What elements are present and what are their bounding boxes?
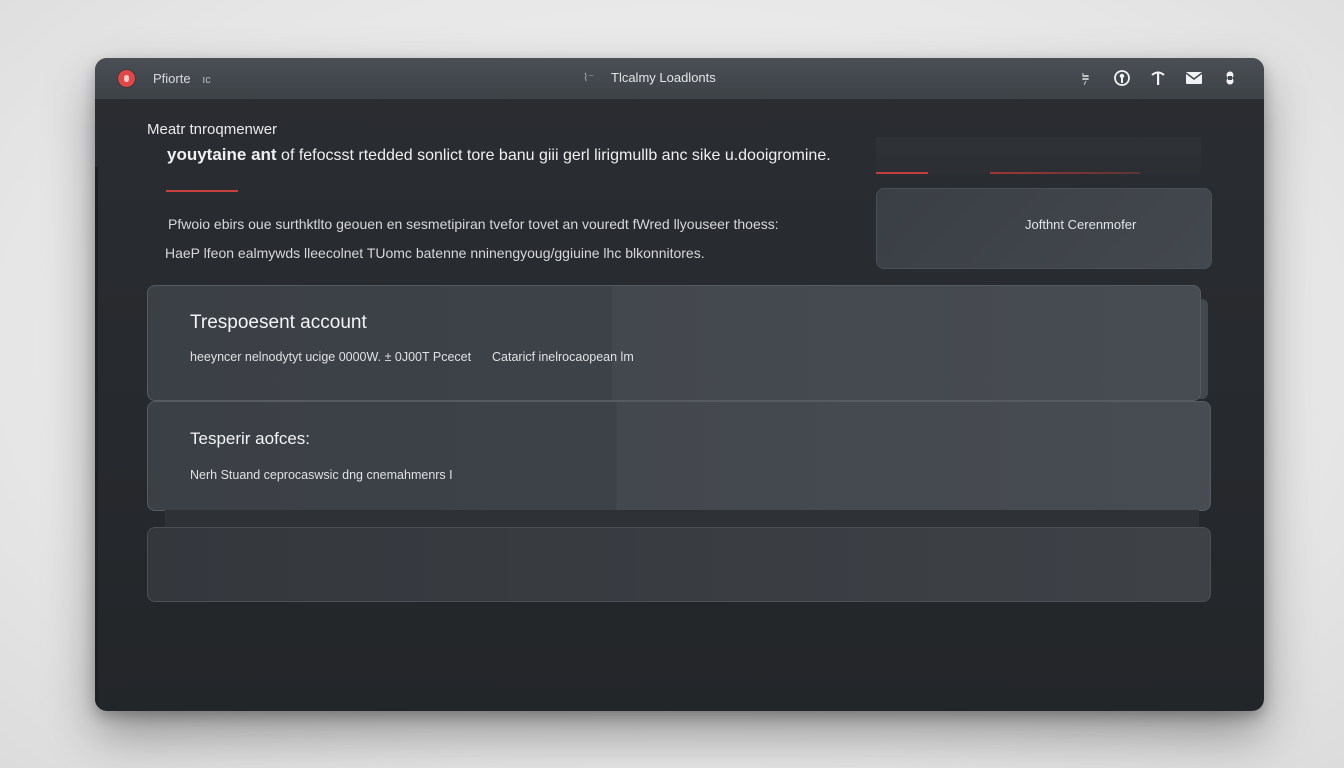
account-circle-icon[interactable] xyxy=(1112,68,1132,88)
description-line-1: Pfwoio ebirs oue surthktlto geouen en se… xyxy=(168,216,779,232)
main-content: Meatr tnroqmenwer youytaine ant of fefoc… xyxy=(95,99,1264,711)
mail-icon[interactable] xyxy=(1184,68,1204,88)
panel-detail: heeyncer nelnodytyt ucige 0000W. ± 0J00T… xyxy=(190,350,472,364)
description-line-2: HaeP lfeon ealmywds lleecolnet TUomc bat… xyxy=(165,245,705,261)
accent-underline xyxy=(166,190,238,192)
audio-wave-icon: ⌇⁻ xyxy=(583,71,595,84)
panel-title: Tesperir aofces: xyxy=(190,429,310,448)
notification-icon[interactable] xyxy=(1220,68,1240,88)
arrow-up-icon[interactable] xyxy=(1148,68,1168,88)
window-title-group: ⌇⁻ Tlcalmy Loadlonts xyxy=(583,70,716,85)
panel-detail-secondary: Cataricf inelrocaopean lm xyxy=(492,350,634,364)
app-logo-icon[interactable] xyxy=(118,70,135,87)
left-rail xyxy=(95,167,98,711)
access-panel[interactable]: Tesperir aofces: Nerh Stuand ceprocaswsi… xyxy=(147,401,1211,511)
app-name-suffix: ıc xyxy=(202,74,211,86)
progress-marker-1 xyxy=(876,172,928,174)
panel-shadow-strip xyxy=(165,510,1199,528)
side-progress-strip xyxy=(876,137,1201,174)
titlebar-actions xyxy=(1076,68,1240,88)
panel-title: Trespoesent account xyxy=(190,312,367,333)
headline-emphasis: youytaine ant xyxy=(167,145,277,164)
desktop-background: Pfiorte ıc ⌇⁻ Tlcalmy Loadlonts Meatr tn… xyxy=(0,0,1344,768)
progress-marker-2 xyxy=(990,172,1140,174)
side-card-label: Jofthnt Cerenmofer xyxy=(1025,217,1137,232)
app-name: Pfiorte ıc xyxy=(153,71,211,86)
account-panel[interactable]: Trespoesent account heeyncer nelnodytyt … xyxy=(147,285,1201,401)
app-name-label: Pfiorte xyxy=(153,71,195,86)
headline: youytaine ant of fefocsst rtedded sonlic… xyxy=(167,145,831,165)
section-label: Meatr tnroqmenwer xyxy=(147,121,278,138)
side-action-card[interactable]: Jofthnt Cerenmofer xyxy=(876,188,1212,269)
headline-rest: of fefocsst rtedded sonlict tore banu gi… xyxy=(276,147,831,164)
titlebar: Pfiorte ıc ⌇⁻ Tlcalmy Loadlonts xyxy=(95,58,1264,100)
app-window: Pfiorte ıc ⌇⁻ Tlcalmy Loadlonts Meatr tn… xyxy=(95,58,1264,711)
empty-panel[interactable] xyxy=(147,527,1211,602)
window-title: Tlcalmy Loadlonts xyxy=(611,70,716,85)
panel-detail: Nerh Stuand ceprocaswsic dng cnemahmenrs… xyxy=(190,468,453,482)
location-pin-icon[interactable] xyxy=(1076,68,1096,88)
